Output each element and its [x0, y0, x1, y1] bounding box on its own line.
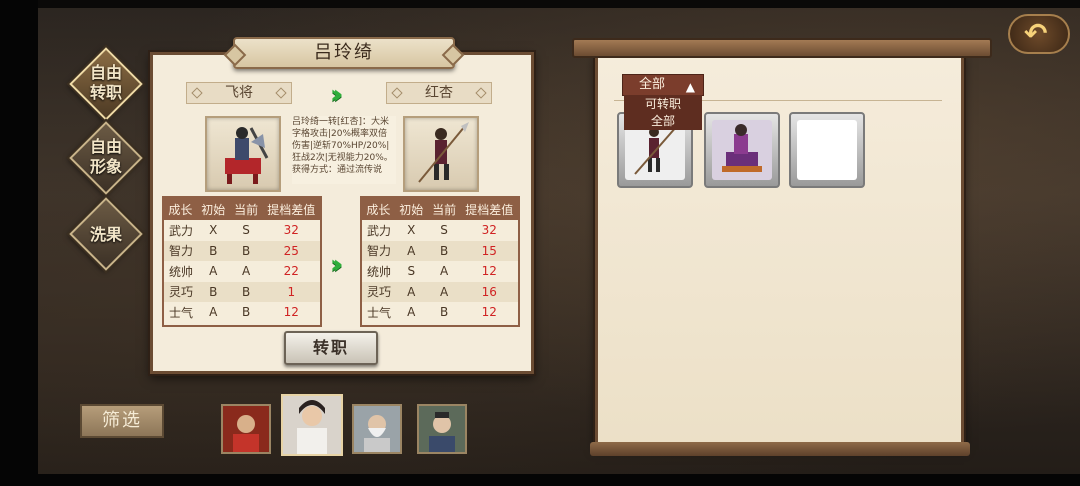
col-diff: 提档差值 — [460, 198, 518, 220]
col-initial: 初始 — [196, 198, 230, 220]
unit-list-panel-footer-bar — [590, 442, 970, 456]
filter-button[interactable]: 筛选 — [80, 404, 164, 438]
table-row: 统帅 S A 12 — [362, 261, 518, 282]
table-row: 灵巧 B B 1 — [164, 281, 320, 302]
dropdown-option-all[interactable]: 全部 — [624, 112, 702, 130]
nav-wash-label: 洗果 — [89, 225, 122, 244]
nav-free-class-label: 自由 转职 — [89, 63, 122, 102]
left-edge — [0, 0, 38, 486]
bottom-edge — [0, 474, 1080, 486]
hero-thumb-4[interactable] — [417, 404, 467, 454]
unit-list-panel-header-bar — [572, 38, 992, 58]
left-stats-table: 成长 初始 当前 提档差值 武力 X S 32 智力 B B 25 统帅 A A 22 灵巧 B B 1… — [164, 198, 320, 323]
convert-class-button[interactable]: 转职 — [284, 331, 378, 365]
hero-name-title: 吕玲绮 — [233, 37, 455, 69]
back-arrow-icon: ↶ — [1024, 17, 1048, 50]
table-row: 智力 B B 25 — [164, 240, 320, 261]
table-row: 统帅 A A 22 — [164, 261, 320, 282]
col-current: 当前 — [427, 198, 461, 220]
double-chevron-right-icon: ›› — [330, 80, 344, 110]
chevron-up-icon: ▲ — [685, 80, 695, 94]
col-diff: 提档差值 — [262, 198, 320, 220]
table-row: 武力 X S 32 — [362, 220, 518, 241]
from-class-portrait — [205, 116, 281, 192]
table-row: 士气 A B 12 — [362, 302, 518, 323]
hero-thumb-1[interactable] — [221, 404, 271, 454]
table-row: 智力 A B 15 — [362, 240, 518, 261]
col-current: 当前 — [229, 198, 263, 220]
from-class-tag: 飞将 — [186, 82, 292, 104]
col-growth: 成长 — [362, 198, 395, 220]
unit-slot-2[interactable] — [704, 112, 780, 188]
double-chevron-right-icon: ›› — [330, 250, 344, 280]
col-initial: 初始 — [394, 198, 428, 220]
to-class-tag: 红杏 — [386, 82, 492, 104]
table-row: 武力 X S 32 — [164, 220, 320, 241]
back-button[interactable]: ↶ — [1008, 14, 1070, 54]
table-row: 灵巧 A A 16 — [362, 281, 518, 302]
hero-thumb-2-selected[interactable] — [281, 394, 343, 456]
col-growth: 成长 — [164, 198, 197, 220]
right-stats-table: 成长 初始 当前 提档差值 武力 X S 32 智力 A B 15 统帅 S A 12 灵巧 A A 1… — [362, 198, 518, 323]
filter-dropdown[interactable]: 全部 ▲ — [622, 74, 704, 96]
nav-free-appearance-label: 自由 形象 — [89, 137, 122, 176]
table-row: 士气 A B 12 — [164, 302, 320, 323]
unit-slot-3-empty[interactable] — [789, 112, 865, 188]
top-edge — [0, 0, 1080, 8]
class-description: 吕玲绮一转[红杏]：大米字格攻击|20%概率双倍伤害|逆斩70%HP/20%|狂… — [292, 116, 396, 184]
to-class-portrait — [403, 116, 479, 192]
hero-thumb-3[interactable] — [352, 404, 402, 454]
dropdown-option-convertible[interactable]: 可转职 — [624, 95, 702, 113]
